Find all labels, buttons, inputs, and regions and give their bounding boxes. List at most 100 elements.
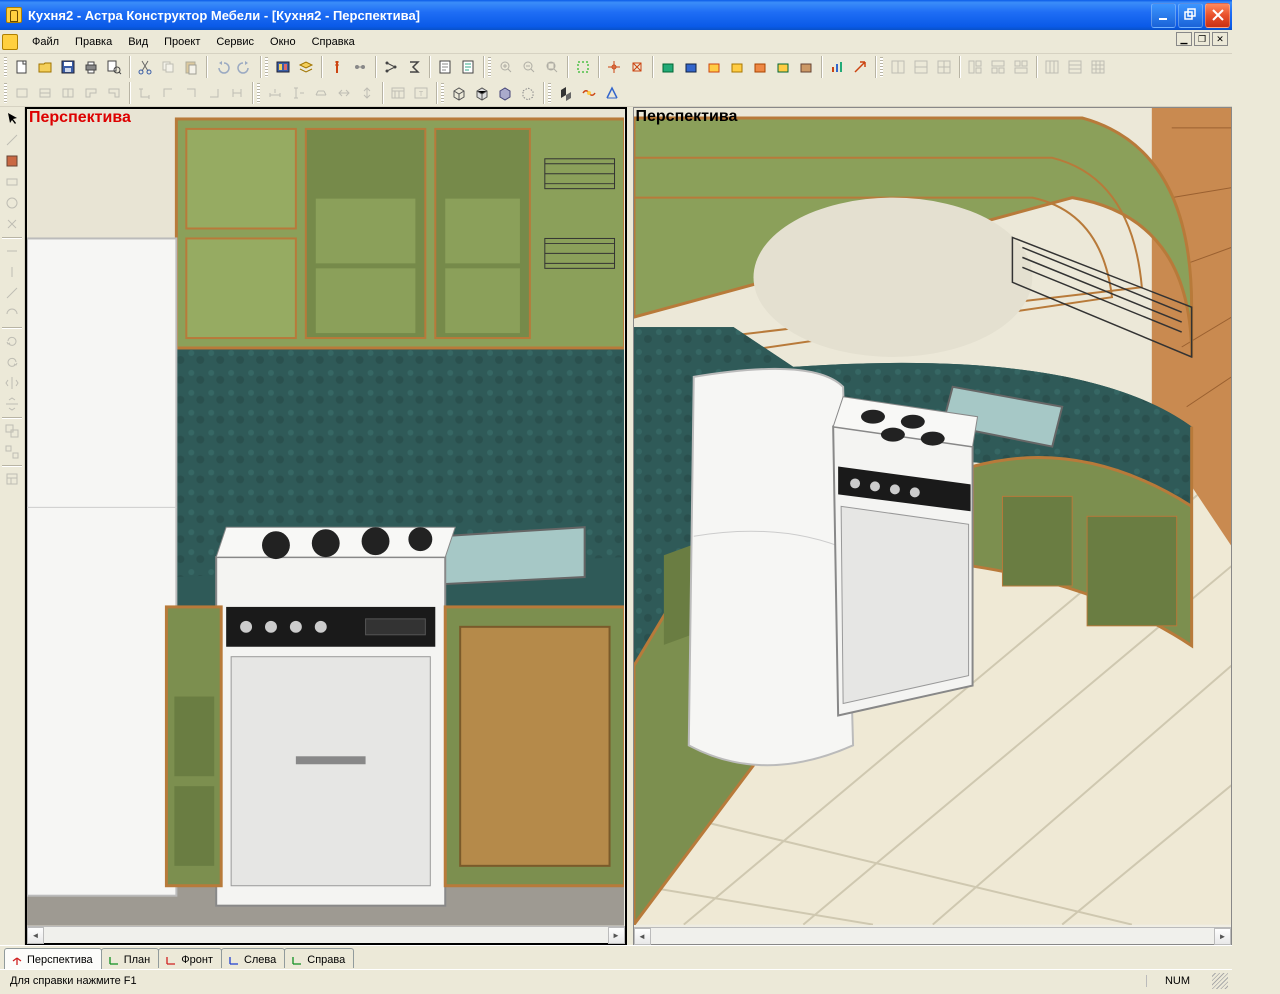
render5-button[interactable] bbox=[749, 56, 771, 78]
tab-plan[interactable]: План bbox=[101, 948, 160, 968]
dim-h-button[interactable] bbox=[1, 241, 23, 261]
view9-button[interactable] bbox=[1087, 56, 1109, 78]
box2-button[interactable] bbox=[471, 82, 493, 104]
menu-service[interactable]: Сервис bbox=[208, 33, 262, 51]
resize-grip-icon[interactable] bbox=[1212, 973, 1228, 989]
grip-icon[interactable] bbox=[4, 83, 7, 103]
cut-button[interactable] bbox=[134, 56, 156, 78]
dim-r-button[interactable] bbox=[1, 304, 23, 324]
maximize-button[interactable] bbox=[1178, 3, 1203, 28]
snap2-button[interactable] bbox=[626, 56, 648, 78]
render7-button[interactable] bbox=[795, 56, 817, 78]
menu-file[interactable]: Файл bbox=[24, 33, 67, 51]
c9-button[interactable] bbox=[203, 82, 225, 104]
d7-button[interactable]: T bbox=[410, 82, 432, 104]
grip-icon[interactable] bbox=[4, 57, 7, 77]
rot-l-button[interactable] bbox=[1, 331, 23, 351]
redo-button[interactable] bbox=[234, 56, 256, 78]
mirror-h-button[interactable] bbox=[1, 373, 23, 393]
mdi-close-button[interactable]: ✕ bbox=[1212, 32, 1228, 46]
box1-button[interactable] bbox=[448, 82, 470, 104]
viewport-right[interactable]: Перспектива bbox=[633, 107, 1233, 945]
box3-button[interactable] bbox=[494, 82, 516, 104]
grip-icon[interactable] bbox=[880, 57, 883, 77]
viewport-left-hscroll[interactable]: ◄ ► bbox=[27, 926, 625, 943]
viewport-left[interactable]: Перспектива bbox=[25, 107, 627, 945]
drill-button[interactable] bbox=[326, 56, 348, 78]
lib-button[interactable] bbox=[1, 469, 23, 489]
view7-button[interactable] bbox=[1041, 56, 1063, 78]
d5-button[interactable] bbox=[356, 82, 378, 104]
grip-icon[interactable] bbox=[441, 83, 444, 103]
d6-button[interactable] bbox=[387, 82, 409, 104]
menu-window[interactable]: Окно bbox=[262, 33, 304, 51]
view2-button[interactable] bbox=[910, 56, 932, 78]
new-button[interactable] bbox=[11, 56, 33, 78]
scroll-track[interactable] bbox=[651, 928, 1215, 944]
zoom-in-button[interactable] bbox=[495, 56, 517, 78]
viewport-right-canvas[interactable]: Перспектива bbox=[634, 108, 1232, 927]
menu-view[interactable]: Вид bbox=[120, 33, 156, 51]
scroll-track[interactable] bbox=[44, 927, 608, 943]
texfill1-button[interactable] bbox=[555, 82, 577, 104]
close-button[interactable] bbox=[1205, 3, 1230, 28]
c7-button[interactable] bbox=[157, 82, 179, 104]
view6-button[interactable] bbox=[1010, 56, 1032, 78]
save-button[interactable] bbox=[57, 56, 79, 78]
panel-tool-button[interactable] bbox=[1, 151, 23, 171]
viewport-left-canvas[interactable]: Перспектива bbox=[27, 109, 625, 926]
export-button[interactable] bbox=[457, 56, 479, 78]
c10-button[interactable] bbox=[226, 82, 248, 104]
c3-button[interactable] bbox=[57, 82, 79, 104]
render6-button[interactable] bbox=[772, 56, 794, 78]
texfill2-button[interactable] bbox=[578, 82, 600, 104]
arrow-button[interactable] bbox=[849, 56, 871, 78]
ungroup-button[interactable] bbox=[1, 442, 23, 462]
render2-button[interactable] bbox=[680, 56, 702, 78]
line-tool-button[interactable] bbox=[1, 130, 23, 150]
menu-edit[interactable]: Правка bbox=[67, 33, 120, 51]
scroll-left-icon[interactable]: ◄ bbox=[634, 928, 651, 945]
hardware-button[interactable] bbox=[349, 56, 371, 78]
tab-right[interactable]: Справа bbox=[284, 948, 354, 968]
tab-front[interactable]: Фронт bbox=[158, 948, 222, 968]
c5-button[interactable] bbox=[103, 82, 125, 104]
chart-button[interactable] bbox=[826, 56, 848, 78]
view1-button[interactable] bbox=[887, 56, 909, 78]
grip-icon[interactable] bbox=[488, 57, 491, 77]
d1-button[interactable] bbox=[264, 82, 286, 104]
scroll-left-icon[interactable]: ◄ bbox=[27, 927, 44, 944]
cut-tool-button[interactable] bbox=[1, 214, 23, 234]
mdi-minimize-button[interactable]: ▁ bbox=[1176, 32, 1192, 46]
render3-button[interactable] bbox=[703, 56, 725, 78]
d2-button[interactable] bbox=[287, 82, 309, 104]
render4-button[interactable] bbox=[726, 56, 748, 78]
group-button[interactable] bbox=[1, 421, 23, 441]
d3-button[interactable] bbox=[310, 82, 332, 104]
render1-button[interactable] bbox=[657, 56, 679, 78]
pointer-tool-button[interactable] bbox=[1, 109, 23, 129]
box4-button[interactable] bbox=[517, 82, 539, 104]
d4-button[interactable] bbox=[333, 82, 355, 104]
dim-a-button[interactable] bbox=[1, 283, 23, 303]
view4-button[interactable] bbox=[964, 56, 986, 78]
print-preview-button[interactable] bbox=[103, 56, 125, 78]
scroll-right-icon[interactable]: ► bbox=[608, 927, 625, 944]
print-button[interactable] bbox=[80, 56, 102, 78]
zoom-fit-button[interactable] bbox=[541, 56, 563, 78]
select-mode-button[interactable] bbox=[572, 56, 594, 78]
undo-button[interactable] bbox=[211, 56, 233, 78]
paste-button[interactable] bbox=[180, 56, 202, 78]
grip-icon[interactable] bbox=[265, 57, 268, 77]
grip-icon[interactable] bbox=[257, 83, 260, 103]
circle-tool-button[interactable] bbox=[1, 193, 23, 213]
rect-tool-button[interactable] bbox=[1, 172, 23, 192]
copy-button[interactable] bbox=[157, 56, 179, 78]
menu-project[interactable]: Проект bbox=[156, 33, 208, 51]
menu-help[interactable]: Справка bbox=[304, 33, 363, 51]
mdi-app-icon[interactable] bbox=[2, 34, 18, 50]
report-button[interactable] bbox=[434, 56, 456, 78]
tab-perspective[interactable]: Перспектива bbox=[4, 948, 102, 969]
layers-button[interactable] bbox=[295, 56, 317, 78]
mirror-v-button[interactable] bbox=[1, 394, 23, 414]
